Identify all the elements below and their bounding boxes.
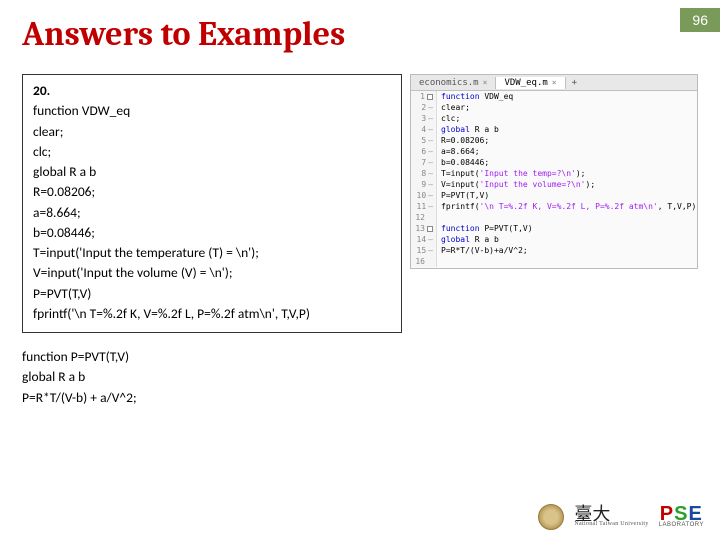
gutter-row: 7– xyxy=(411,157,433,168)
fold-line-icon: – xyxy=(428,135,433,146)
fold-icon[interactable] xyxy=(427,226,433,232)
editor-line: fprintf('\n T=%.2f K, V=%.2f L, P=%.2f a… xyxy=(441,201,697,212)
gutter-row: 15– xyxy=(411,245,433,256)
editor-line: P=R*T/(V-b)+a/V^2; xyxy=(441,245,697,256)
page-number-badge: 96 xyxy=(680,8,720,32)
code-line: P=R*T/(V-b) + a/V^2; xyxy=(22,388,698,408)
fold-line-icon: – xyxy=(428,157,433,168)
gutter-row: 12 xyxy=(411,212,433,223)
code-line: V=input('Input the volume (V) = \n'); xyxy=(33,263,391,283)
fold-line-icon: – xyxy=(428,102,433,113)
fold-line-icon: – xyxy=(428,146,433,157)
editor-line: P=PVT(T,V) xyxy=(441,190,697,201)
content-row: 20. function VDW_eqclear;clc;global R a … xyxy=(0,64,720,333)
gutter-row: 5– xyxy=(411,135,433,146)
fold-line-icon: – xyxy=(428,201,433,212)
gutter-row: 13 xyxy=(411,223,433,234)
matlab-editor: economics.m×VDW_eq.m×+ 12–3–4–5–6–7–8–9–… xyxy=(410,74,698,269)
slide-footer: 臺大 National Taiwan University PSE LABORA… xyxy=(538,504,704,530)
editor-body: 12–3–4–5–6–7–8–9–10–11–121314–15–16 func… xyxy=(411,91,697,267)
code-line: a=8.664; xyxy=(33,203,391,223)
code-line: fprintf('\n T=%.2f K, V=%.2f L, P=%.2f a… xyxy=(33,304,391,324)
fold-line-icon: – xyxy=(428,168,433,179)
editor-tabs: economics.m × VDW_eq.m × + xyxy=(411,75,697,91)
code-line: global R a b xyxy=(22,367,698,387)
code-line: function VDW_eq xyxy=(33,101,391,121)
gutter-row: 6– xyxy=(411,146,433,157)
gutter-row: 16 xyxy=(411,256,433,267)
example-number: 20. xyxy=(33,81,391,101)
gutter-row: 10– xyxy=(411,190,433,201)
code-line: T=input('Input the temperature (T) = \n'… xyxy=(33,243,391,263)
editor-line: b=0.08446; xyxy=(441,157,697,168)
editor-gutter: 12–3–4–5–6–7–8–9–10–11–121314–15–16 xyxy=(411,91,437,267)
pse-logo: PSE LABORATORY xyxy=(659,505,704,528)
code-line: function P=PVT(T,V) xyxy=(22,347,698,367)
tab-label: VDW_eq.m xyxy=(504,78,547,88)
code-line: b=0.08446; xyxy=(33,223,391,243)
code-line: global R a b xyxy=(33,162,391,182)
new-tab-button[interactable]: + xyxy=(566,78,583,88)
close-icon[interactable]: × xyxy=(552,78,557,87)
gutter-row: 11– xyxy=(411,201,433,212)
editor-tab[interactable]: VDW_eq.m × xyxy=(496,77,565,89)
editor-line: function VDW_eq xyxy=(441,91,697,102)
ntu-name: 臺大 National Taiwan University xyxy=(574,506,648,528)
fold-line-icon: – xyxy=(428,113,433,124)
code-line: clear; xyxy=(33,122,391,142)
editor-line: function P=PVT(T,V) xyxy=(441,223,697,234)
editor-line: T=input('Input the temp=?\n'); xyxy=(441,168,697,179)
fold-icon[interactable] xyxy=(427,94,433,100)
editor-line: clc; xyxy=(441,113,697,124)
gutter-row: 2– xyxy=(411,102,433,113)
editor-line: R=0.08206; xyxy=(441,135,697,146)
tab-label: economics.m xyxy=(419,78,479,88)
fold-line-icon: – xyxy=(428,245,433,256)
close-icon[interactable]: × xyxy=(483,78,488,87)
editor-line xyxy=(441,256,697,267)
editor-line: global R a b xyxy=(441,234,697,245)
example-code-box: 20. function VDW_eqclear;clc;global R a … xyxy=(22,74,402,333)
fold-line-icon: – xyxy=(428,234,433,245)
code-line: R=0.08206; xyxy=(33,182,391,202)
fold-line-icon: – xyxy=(428,190,433,201)
slide-title: Answers to Examples xyxy=(0,0,720,64)
editor-line: a=8.664; xyxy=(441,146,697,157)
editor-line: clear; xyxy=(441,102,697,113)
editor-line: V=input('Input the volume=?\n'); xyxy=(441,179,697,190)
ntu-logo-icon xyxy=(538,504,564,530)
fold-line-icon: – xyxy=(428,124,433,135)
editor-tab[interactable]: economics.m × xyxy=(411,77,496,89)
gutter-row: 1 xyxy=(411,91,433,102)
function-code-block: function P=PVT(T,V)global R a bP=R*T/(V-… xyxy=(0,333,720,408)
fold-line-icon: – xyxy=(428,179,433,190)
gutter-row: 3– xyxy=(411,113,433,124)
editor-line xyxy=(441,212,697,223)
code-line: clc; xyxy=(33,142,391,162)
gutter-row: 4– xyxy=(411,124,433,135)
gutter-row: 8– xyxy=(411,168,433,179)
code-line: P=PVT(T,V) xyxy=(33,284,391,304)
editor-line: global R a b xyxy=(441,124,697,135)
gutter-row: 9– xyxy=(411,179,433,190)
editor-lines: function VDW_eqclear;clc;global R a bR=0… xyxy=(437,91,697,267)
gutter-row: 14– xyxy=(411,234,433,245)
